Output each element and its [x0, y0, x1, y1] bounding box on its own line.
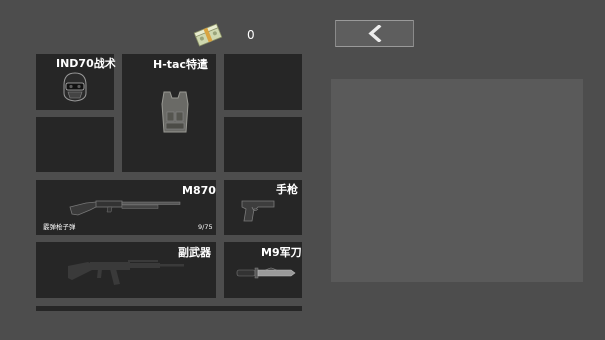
tactical-vest-icon: [158, 90, 192, 134]
knife-slot[interactable]: M9军刀: [224, 242, 302, 298]
pistol-label: 手枪: [276, 183, 298, 196]
chevron-left-icon: [366, 25, 384, 42]
helmet-slot[interactable]: IND70战术: [36, 54, 116, 110]
empty-slot-middle-right[interactable]: [224, 117, 302, 172]
currency-amount: 0: [247, 28, 255, 42]
extra-slot-bottom[interactable]: [36, 306, 302, 311]
empty-slot-top-right[interactable]: [224, 54, 302, 110]
empty-slot-middle-left[interactable]: [36, 117, 114, 172]
rifle-silhouette-icon: [66, 254, 186, 286]
tactical-helmet-icon: [60, 71, 90, 103]
ammo-name: 霰弹枪子弹: [43, 223, 76, 231]
vest-label: H-tac特遣: [153, 58, 208, 71]
ammo-count: 9/75: [198, 223, 213, 231]
primary-weapon-slot[interactable]: M870 霰弹枪子弹 9/75: [36, 180, 216, 235]
secondary-weapon-slot[interactable]: 副武器: [36, 242, 216, 298]
helmet-label: IND70战术: [56, 57, 116, 70]
back-button[interactable]: [335, 20, 414, 47]
currency-display: 0: [193, 22, 273, 48]
primary-weapon-label: M870: [182, 184, 216, 197]
pistol-icon: [238, 195, 278, 223]
item-detail-panel: [331, 79, 583, 282]
combat-knife-icon: [235, 266, 297, 280]
vest-slot[interactable]: H-tac特遣: [122, 54, 216, 172]
pistol-slot[interactable]: 手枪: [224, 180, 302, 235]
knife-label: M9军刀: [261, 246, 302, 259]
cash-stack-icon: [193, 22, 223, 48]
shotgun-icon: [68, 193, 182, 219]
